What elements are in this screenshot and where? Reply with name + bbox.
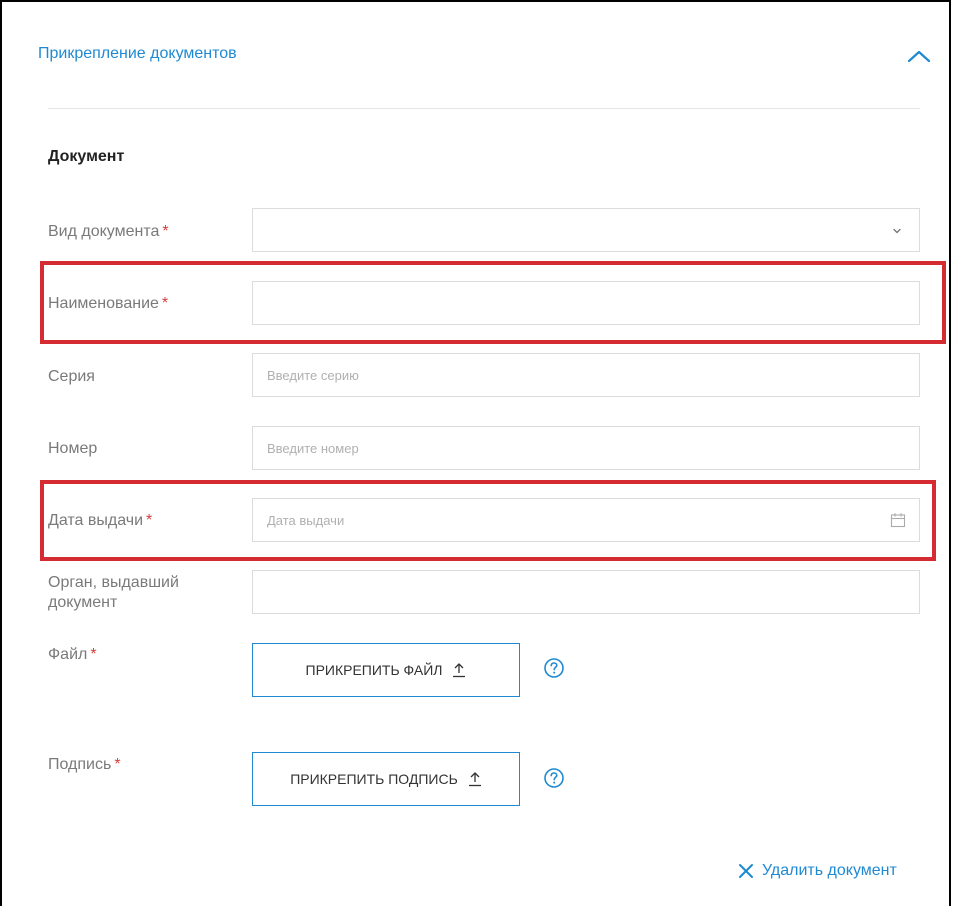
chevron-up-icon[interactable]	[904, 44, 934, 68]
required-mark: *	[114, 756, 121, 773]
doc-type-label: Вид документа *	[48, 222, 169, 242]
section-divider	[48, 108, 920, 109]
issuer-label: Орган, выдавший документ	[48, 573, 179, 613]
issuer-input[interactable]	[252, 570, 920, 614]
required-mark: *	[162, 223, 169, 240]
upload-icon	[468, 772, 481, 787]
doc-type-label-text: Вид документа	[48, 223, 160, 240]
file-label: Файл *	[48, 645, 97, 665]
attach-file-button[interactable]: ПРИКРЕПИТЬ ФАЙЛ	[252, 643, 520, 697]
attach-signature-label: ПРИКРЕПИТЬ ПОДПИСЬ	[290, 771, 458, 787]
delete-document-label: Удалить документ	[762, 862, 897, 879]
help-icon[interactable]	[543, 657, 565, 679]
help-icon[interactable]	[543, 767, 565, 789]
name-highlight	[40, 261, 946, 344]
attach-file-label: ПРИКРЕПИТЬ ФАЙЛ	[305, 662, 443, 678]
doc-type-select[interactable]	[252, 208, 920, 252]
number-label: Номер	[48, 440, 98, 457]
section-title[interactable]: Прикрепление документов	[38, 45, 237, 63]
required-mark: *	[90, 646, 97, 663]
delete-document-link[interactable]: Удалить документ	[738, 862, 897, 880]
series-label: Серия	[48, 368, 95, 385]
close-icon	[739, 864, 753, 878]
issuer-label-line2: документ	[48, 594, 118, 611]
attach-signature-button[interactable]: ПРИКРЕПИТЬ ПОДПИСЬ	[252, 752, 520, 806]
document-title: Документ	[48, 148, 125, 165]
issue-date-highlight	[40, 480, 936, 561]
issuer-label-line1: Орган, выдавший	[48, 574, 179, 591]
signature-label-text: Подпись	[48, 756, 112, 773]
series-input[interactable]	[252, 353, 920, 397]
file-label-text: Файл	[48, 646, 88, 663]
upload-icon	[453, 663, 466, 678]
number-input[interactable]	[252, 426, 920, 470]
signature-label: Подпись *	[48, 755, 121, 775]
